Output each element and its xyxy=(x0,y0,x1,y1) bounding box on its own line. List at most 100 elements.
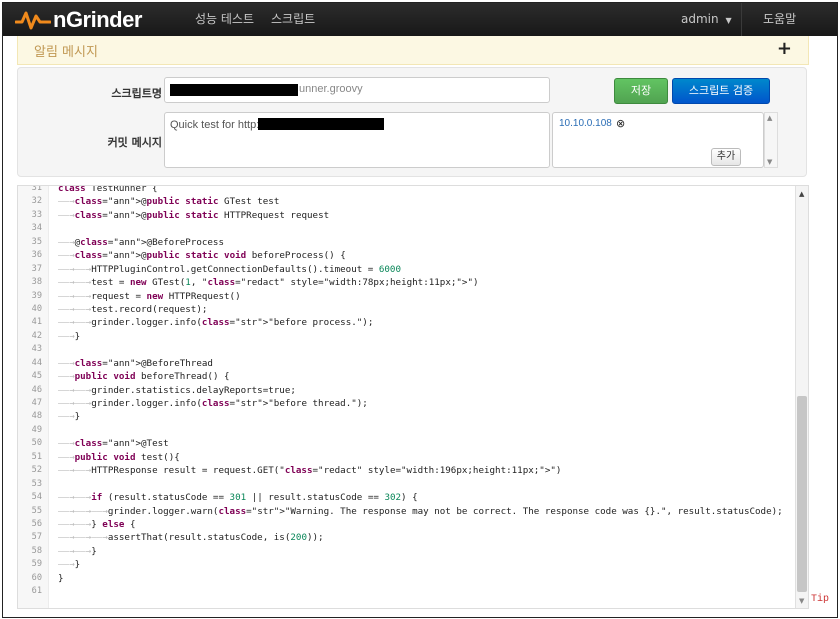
user-menu[interactable]: admin ▼ xyxy=(681,3,732,36)
code-line: 42 ——→} xyxy=(18,330,790,343)
line-number: 45 xyxy=(31,371,42,382)
code-text: ——→——→if (result.statusCode == 301 || re… xyxy=(58,492,418,504)
code-text: ——→class="ann">@public static void befor… xyxy=(58,250,346,262)
validate-script-button[interactable]: 스크립트 검증 xyxy=(672,78,770,104)
line-number: 61 xyxy=(31,586,42,597)
line-number: 34 xyxy=(31,223,42,234)
expand-icon[interactable]: + xyxy=(777,38,792,59)
code-editor[interactable]: 31 class TestRunner {32 ——→class="ann">@pu… xyxy=(17,185,809,609)
code-line: 51 ——→public void test(){ xyxy=(18,451,790,464)
line-number: 48 xyxy=(31,411,42,422)
code-line: 44 ——→class="ann">@BeforeThread xyxy=(18,357,790,370)
caret-down-icon: ▼ xyxy=(725,16,732,25)
commit-message-textarea[interactable]: Quick test for http:// xyxy=(164,112,550,168)
scroll-down-icon[interactable]: ▼ xyxy=(799,597,804,605)
line-number: 40 xyxy=(31,303,42,314)
help-link[interactable]: 도움말 xyxy=(763,3,796,36)
code-line: 37 ——→——→HTTPPluginControl.getConnectionD… xyxy=(18,263,790,276)
line-number: 53 xyxy=(31,478,42,489)
tip-link[interactable]: Tip xyxy=(811,594,829,605)
remove-host-icon[interactable]: ⊗ xyxy=(616,117,625,130)
line-number: 60 xyxy=(31,572,42,583)
code-text: ——→——→HTTPResponse result = request.GET(… xyxy=(58,465,562,477)
code-line: 59 ——→} xyxy=(18,558,790,571)
app-window: nGrinder 성능 테스트 스크립트 admin ▼ 도움말 알림 메시지 … xyxy=(2,2,838,618)
nav-divider xyxy=(741,3,742,36)
code-text: ——→——→test = new GTest(1, "class="redact… xyxy=(58,277,479,289)
code-text: ——→} xyxy=(58,330,81,342)
script-name-field[interactable]: unner.groovy xyxy=(164,77,550,103)
add-host-button[interactable]: 추가 xyxy=(711,148,741,166)
code-text: } xyxy=(58,572,64,584)
code-text: ——→——→grinder.logger.info(class="str">"b… xyxy=(58,398,368,409)
nav-performance-test[interactable]: 성능 테스트 xyxy=(195,3,254,36)
top-navbar: nGrinder 성능 테스트 스크립트 admin ▼ 도움말 xyxy=(3,3,837,36)
code-text: ——→——→——→grinder.logger.warn(class="str"… xyxy=(58,505,783,517)
code-text: ——→class="ann">@public static GTest test xyxy=(58,196,280,208)
code-line: 45 ——→public void beforeThread() { xyxy=(18,370,790,383)
host-entry: 10.10.0.108 xyxy=(559,118,612,129)
line-number: 59 xyxy=(31,559,42,570)
code-line: 48 ——→} xyxy=(18,410,790,423)
save-button[interactable]: 저장 xyxy=(614,78,668,104)
redacted-block xyxy=(170,84,298,96)
code-text: ——→——→} xyxy=(58,545,97,557)
code-line: 57 ——→——→——→assertThat(result.statusCode,… xyxy=(18,531,790,544)
code-line: 33 ——→class="ann">@public static HTTPRequ… xyxy=(18,209,790,222)
line-number: 38 xyxy=(31,277,42,288)
user-name: admin xyxy=(681,12,719,26)
script-name-value: unner.groovy xyxy=(299,83,363,95)
code-area[interactable]: 31 class TestRunner {32 ——→class="ann">@pu… xyxy=(18,185,790,599)
editor-scrollbar[interactable]: ▲ ▼ xyxy=(795,186,808,608)
code-line: 32 ——→class="ann">@public static GTest te… xyxy=(18,195,790,208)
code-text: ——→class="ann">@Test xyxy=(58,438,169,450)
code-line: 38 ——→——→test = new GTest(1, "class="reda… xyxy=(18,276,790,289)
pulse-logo-icon xyxy=(15,11,51,30)
scroll-down-icon[interactable]: ▼ xyxy=(767,158,772,166)
line-number: 37 xyxy=(31,263,42,274)
line-number: 41 xyxy=(31,317,42,328)
line-number: 32 xyxy=(31,196,42,207)
code-text: ——→——→} else { xyxy=(58,518,136,530)
line-number: 36 xyxy=(31,250,42,261)
scroll-up-icon[interactable]: ▲ xyxy=(799,190,804,198)
code-text: ——→——→HTTPPluginControl.getConnectionDef… xyxy=(58,263,401,275)
code-text: ——→——→grinder.statistics.delayReports=tr… xyxy=(58,384,296,396)
line-number: 35 xyxy=(31,236,42,247)
code-text: ——→——→request = new HTTPRequest() xyxy=(58,290,241,302)
line-number: 47 xyxy=(31,398,42,408)
code-line: 56 ——→——→} else { xyxy=(18,518,790,531)
code-line: 49 xyxy=(18,424,790,437)
code-line: 34 xyxy=(18,222,790,235)
line-number: 43 xyxy=(31,344,42,355)
code-line: 43 xyxy=(18,343,790,356)
script-form: 스크립트명 unner.groovy 커밋 메시지 Quick test for… xyxy=(17,67,807,177)
scrollbar-thumb[interactable] xyxy=(797,396,807,592)
brand-name: nGrinder xyxy=(53,7,142,32)
scroll-up-icon[interactable]: ▲ xyxy=(767,114,772,122)
host-list-scrollbar[interactable]: ▲ ▼ xyxy=(764,112,778,168)
code-line: 53 xyxy=(18,478,790,491)
line-number: 42 xyxy=(31,330,42,341)
code-line: 36 ——→class="ann">@public static void bef… xyxy=(18,249,790,262)
line-number: 49 xyxy=(31,424,42,435)
nav-script[interactable]: 스크립트 xyxy=(271,3,315,36)
code-text: ——→——→——→assertThat(result.statusCode, i… xyxy=(58,532,324,544)
script-name-label: 스크립트명 xyxy=(111,87,162,100)
line-number: 50 xyxy=(31,438,42,449)
line-number: 54 xyxy=(31,492,42,503)
code-line: 50 ——→class="ann">@Test xyxy=(18,437,790,450)
redacted-block xyxy=(258,118,384,130)
brand-logo[interactable]: nGrinder xyxy=(15,6,142,34)
code-line: 58 ——→——→} xyxy=(18,545,790,558)
line-number: 55 xyxy=(31,505,42,516)
line-number: 46 xyxy=(31,384,42,395)
line-number: 31 xyxy=(31,185,42,193)
line-number: 51 xyxy=(31,451,42,462)
commit-message-label: 커밋 메시지 xyxy=(107,136,162,149)
notice-title: 알림 메시지 xyxy=(34,45,98,60)
code-text: ——→@class="ann">@BeforeProcess xyxy=(58,236,224,248)
code-line: 35 ——→@class="ann">@BeforeProcess xyxy=(18,236,790,249)
code-line: 39 ——→——→request = new HTTPRequest() xyxy=(18,290,790,303)
notice-bar: 알림 메시지 + xyxy=(17,36,809,65)
